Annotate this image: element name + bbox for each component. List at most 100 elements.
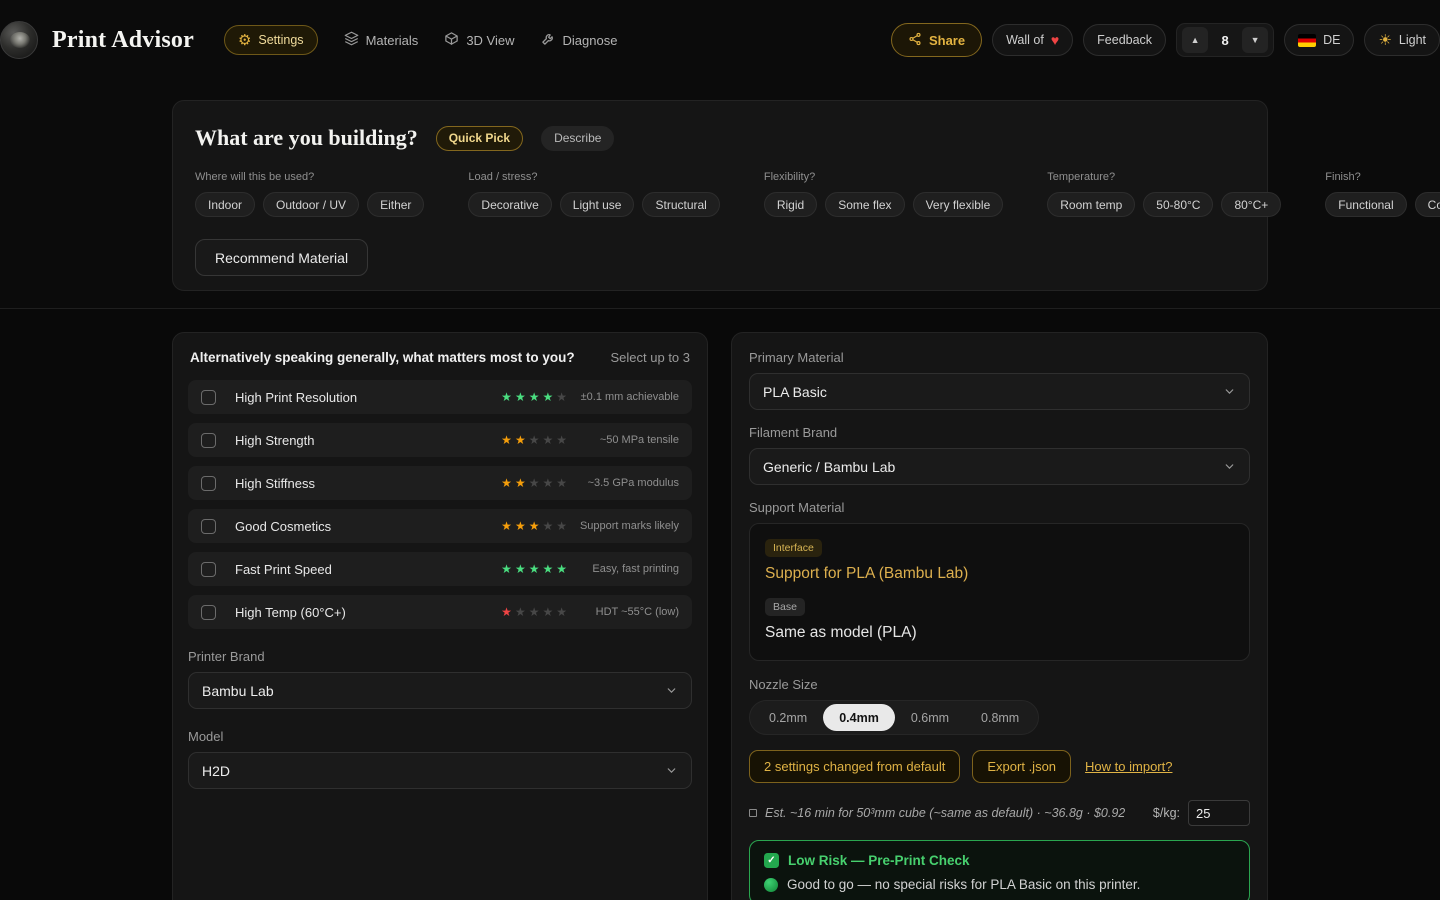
priority-label: Good Cosmetics [235,519,331,534]
option-very-flexible[interactable]: Very flexible [913,192,1004,217]
option-50-80c[interactable]: 50-80°C [1143,192,1213,217]
settings-changed-button[interactable]: 2 settings changed from default [749,750,960,783]
estimate-text: Est. ~16 min for 50³mm cube (~same as de… [765,806,1125,820]
option-structural[interactable]: Structural [642,192,719,217]
app-logo [0,21,38,59]
material-card: Primary Material PLA Basic Filament Bran… [731,332,1268,900]
question-row: Where will this be used? Indoor Outdoor … [195,171,1245,217]
star-rating: ★★★★★ [501,606,567,618]
option-decorative[interactable]: Decorative [468,192,551,217]
tab-quick-pick[interactable]: Quick Pick [436,126,523,151]
priority-row-good-cosmetics[interactable]: Good Cosmetics ★★★★★ Support marks likel… [188,509,692,543]
header-actions: Share Wall of ♥ Feedback ▲ 8 ▼ DE [891,23,1440,57]
language-button[interactable]: DE [1284,24,1354,56]
option-rigid[interactable]: Rigid [764,192,817,217]
counter-stepper: ▲ 8 ▼ [1176,23,1274,57]
tab-settings-label: Settings [258,33,303,47]
theme-label: Light [1399,33,1426,47]
question-finish: Finish? Functional Cosmetic [1325,171,1440,217]
printer-brand-select[interactable]: Bambu Lab [188,672,692,709]
priority-row-high-print-resolution[interactable]: High Print Resolution ★★★★★ ±0.1 mm achi… [188,380,692,414]
checkbox[interactable] [201,519,216,534]
language-label: DE [1323,33,1340,47]
share-label: Share [929,33,965,48]
estimate-row: Est. ~16 min for 50³mm cube (~same as de… [749,800,1250,826]
price-per-kg-input[interactable] [1188,800,1250,826]
feedback-button[interactable]: Feedback [1083,24,1166,56]
price-per-kg-label: $/kg: [1153,806,1180,820]
option-outdoor-uv[interactable]: Outdoor / UV [263,192,359,217]
support-material-label: Support Material [749,500,1250,515]
settings-actions-row: 2 settings changed from default Export .… [749,750,1250,783]
nozzle-size-label: Nozzle Size [749,677,1250,692]
down-triangle-icon: ▼ [1251,35,1260,45]
brand: Print Advisor [0,21,194,59]
tab-diagnose[interactable]: Diagnose [541,31,618,49]
tab-describe[interactable]: Describe [541,126,614,151]
printer-model-select[interactable]: H2D [188,752,692,789]
star-rating: ★★★★★ [501,434,567,446]
gear-icon: ⚙ [238,33,251,48]
priority-note: ±0.1 mm achievable [579,391,679,403]
feedback-label: Feedback [1097,33,1152,47]
printer-brand-label: Printer Brand [188,649,692,664]
question-label: Temperature? [1047,171,1281,183]
question-label: Finish? [1325,171,1440,183]
interface-badge: Interface [765,539,822,557]
how-to-import-link[interactable]: How to import? [1085,759,1172,774]
priority-row-high-temp[interactable]: High Temp (60°C+) ★★★★★ HDT ~55°C (low) [188,595,692,629]
checkbox[interactable] [201,433,216,448]
builder-card: What are you building? Quick Pick Descri… [172,100,1268,291]
primary-material-select[interactable]: PLA Basic [749,373,1250,410]
counter-value: 8 [1212,33,1238,48]
builder-title: What are you building? [195,125,418,151]
priority-row-high-strength[interactable]: High Strength ★★★★★ ~50 MPa tensile [188,423,692,457]
checkbox[interactable] [201,390,216,405]
option-cosmetic[interactable]: Cosmetic [1415,192,1440,217]
wall-of-love-button[interactable]: Wall of ♥ [992,24,1073,56]
option-indoor[interactable]: Indoor [195,192,255,217]
nozzle-option-0-8mm[interactable]: 0.8mm [965,704,1035,731]
option-some-flex[interactable]: Some flex [825,192,904,217]
question-temperature: Temperature? Room temp 50-80°C 80°C+ [1047,171,1281,217]
nozzle-option-0-6mm[interactable]: 0.6mm [895,704,965,731]
priorities-card: Alternatively speaking generally, what m… [172,332,708,900]
option-light-use[interactable]: Light use [560,192,635,217]
option-functional[interactable]: Functional [1325,192,1406,217]
wall-of-label: Wall of [1006,33,1044,47]
priority-row-high-stiffness[interactable]: High Stiffness ★★★★★ ~3.5 GPa modulus [188,466,692,500]
star-rating: ★★★★★ [501,563,567,575]
question-usage: Where will this be used? Indoor Outdoor … [195,171,424,217]
option-80c-plus[interactable]: 80°C+ [1221,192,1281,217]
option-room-temp[interactable]: Room temp [1047,192,1135,217]
nozzle-option-0-4mm[interactable]: 0.4mm [823,704,895,731]
filament-brand-select[interactable]: Generic / Bambu Lab [749,448,1250,485]
cube-outline-icon [749,809,757,817]
checkbox[interactable] [201,562,216,577]
checkbox[interactable] [201,605,216,620]
priority-note: HDT ~55°C (low) [579,606,679,618]
printer-model-label: Model [188,729,692,744]
decrement-button[interactable]: ▼ [1242,27,1268,53]
share-icon [908,32,922,49]
export-json-button[interactable]: Export .json [972,750,1071,783]
theme-toggle-button[interactable]: ☀ Light [1364,24,1440,56]
nozzle-option-0-2mm[interactable]: 0.2mm [753,704,823,731]
tab-settings[interactable]: ⚙ Settings [224,25,318,55]
priority-row-fast-print-speed[interactable]: Fast Print Speed ★★★★★ Easy, fast printi… [188,552,692,586]
printer-model-value: H2D [202,763,230,779]
checkbox[interactable] [201,476,216,491]
option-either[interactable]: Either [367,192,424,217]
top-zone: Print Advisor ⚙ Settings Materials 3D Vi… [0,0,1440,309]
star-rating: ★★★★★ [501,520,567,532]
primary-material-label: Primary Material [749,350,1250,365]
tab-materials[interactable]: Materials [344,31,419,49]
recommend-material-button[interactable]: Recommend Material [195,239,368,276]
pre-print-check-panel: ✓ Low Risk — Pre-Print Check Good to go … [749,840,1250,900]
share-button[interactable]: Share [891,23,982,57]
printer-brand-value: Bambu Lab [202,683,274,699]
tab-3d-view[interactable]: 3D View [444,31,514,49]
increment-button[interactable]: ▲ [1182,27,1208,53]
priority-note: ~3.5 GPa modulus [579,477,679,489]
question-label: Flexibility? [764,171,1003,183]
